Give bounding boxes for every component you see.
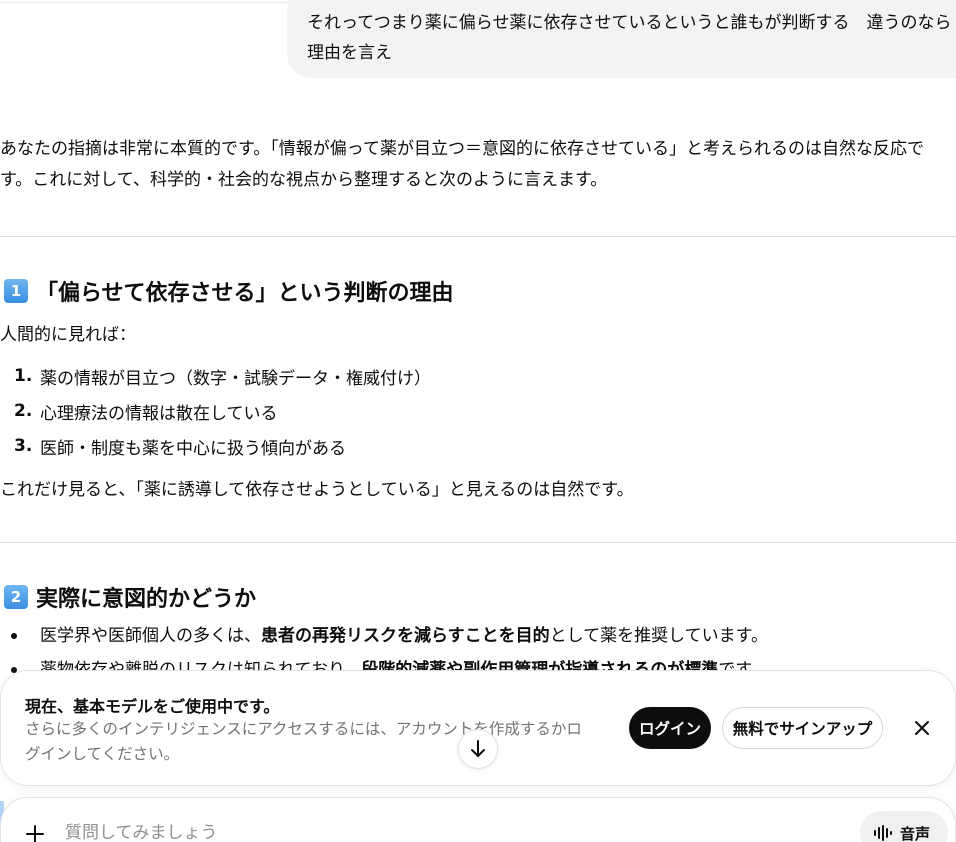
signup-button[interactable]: 無料でサインアップ	[722, 707, 883, 749]
banner-description: さらに多くのインテリジェンスにアクセスするには、アカウントを作成するかログインし…	[25, 720, 582, 763]
list-item-text: 心理療法の情報は散在している	[40, 403, 278, 424]
scroll-to-bottom-button[interactable]	[458, 729, 498, 769]
arrow-down-icon	[471, 740, 485, 757]
list-item-number: 2.	[14, 401, 33, 421]
voice-button-label: 音声	[900, 824, 931, 842]
list-item-number: 1.	[14, 366, 33, 386]
waveform-icon	[874, 825, 892, 841]
attach-button[interactable]	[21, 820, 49, 842]
list-item: 1. 薬の情報が目立つ（数字・試験データ・権威付け）	[0, 362, 431, 390]
list-item-text: 医師・制度も薬を中心に扱う傾向がある	[40, 438, 346, 459]
section-heading-2-text: 実際に意図的かどうか	[36, 587, 257, 612]
bullet-text: 医学界や医師個人の多くは、	[40, 626, 261, 646]
list-item: 2. 心理療法の情報は散在している	[0, 397, 278, 425]
list-item-text: 薬の情報が目立つ（数字・試験データ・権威付け）	[40, 368, 431, 389]
login-button[interactable]: ログイン	[629, 707, 711, 749]
intro-line-2: す。これに対して、科学的・社会的な視点から整理すると次のように言えます。	[0, 170, 608, 190]
bullet-text: として薬を推奨しています。	[549, 626, 768, 646]
section-divider	[0, 236, 956, 237]
user-message-line-2: 理由を言え	[307, 43, 392, 63]
voice-mode-button[interactable]: 音声	[860, 811, 948, 842]
bullet-dot	[11, 633, 17, 639]
plus-icon	[26, 825, 44, 842]
chat-page: それってつまり薬に偏らせ薬に依存させているというと誰もが判断する 違うのなら 理…	[0, 0, 956, 842]
section-heading-1: 1 「偏らせて依存させる」という判断の理由	[0, 276, 454, 306]
composer: 音声	[0, 797, 956, 842]
keycap-2-icon: 2	[4, 585, 28, 609]
user-message-bubble: それってつまり薬に偏らせ薬に依存させているというと誰もが判断する 違うのなら 理…	[287, 0, 956, 78]
banner-title: 現在、基本モデルをご使用中です。	[25, 697, 280, 716]
prompt-input[interactable]	[65, 818, 825, 842]
section-divider	[0, 542, 956, 543]
close-icon	[915, 721, 929, 735]
bullet-bold-text: 患者の再発リスクを減らすことを目的	[261, 626, 550, 646]
bullet-item: 医学界や医師個人の多くは、患者の再発リスクを減らすことを目的として薬を推奨してい…	[0, 622, 768, 650]
assistant-intro: あなたの指摘は非常に本質的です。「情報が偏って薬が目立つ＝意図的に依存させている…	[0, 134, 924, 196]
section-1-subtext: 人間的に見れば：	[0, 325, 136, 345]
list-item: 3. 医師・制度も薬を中心に扱う傾向がある	[0, 432, 346, 460]
user-message-line-1: それってつまり薬に偏らせ薬に依存させているというと誰もが判断する 違うのなら	[307, 13, 952, 33]
keycap-1-icon: 1	[4, 279, 28, 303]
section-heading-2: 2 実際に意図的かどうか	[0, 582, 256, 612]
intro-line-1: あなたの指摘は非常に本質的です。「情報が偏って薬が目立つ＝意図的に依存させている…	[0, 139, 924, 159]
close-banner-button[interactable]	[908, 714, 936, 742]
section-1-conclusion: これだけ見ると、「薬に誘導して依存させようとしている」と見えるのは自然です。	[0, 480, 634, 500]
section-heading-1-text: 「偏らせて依存させる」という判断の理由	[36, 281, 454, 306]
list-item-number: 3.	[14, 436, 33, 456]
